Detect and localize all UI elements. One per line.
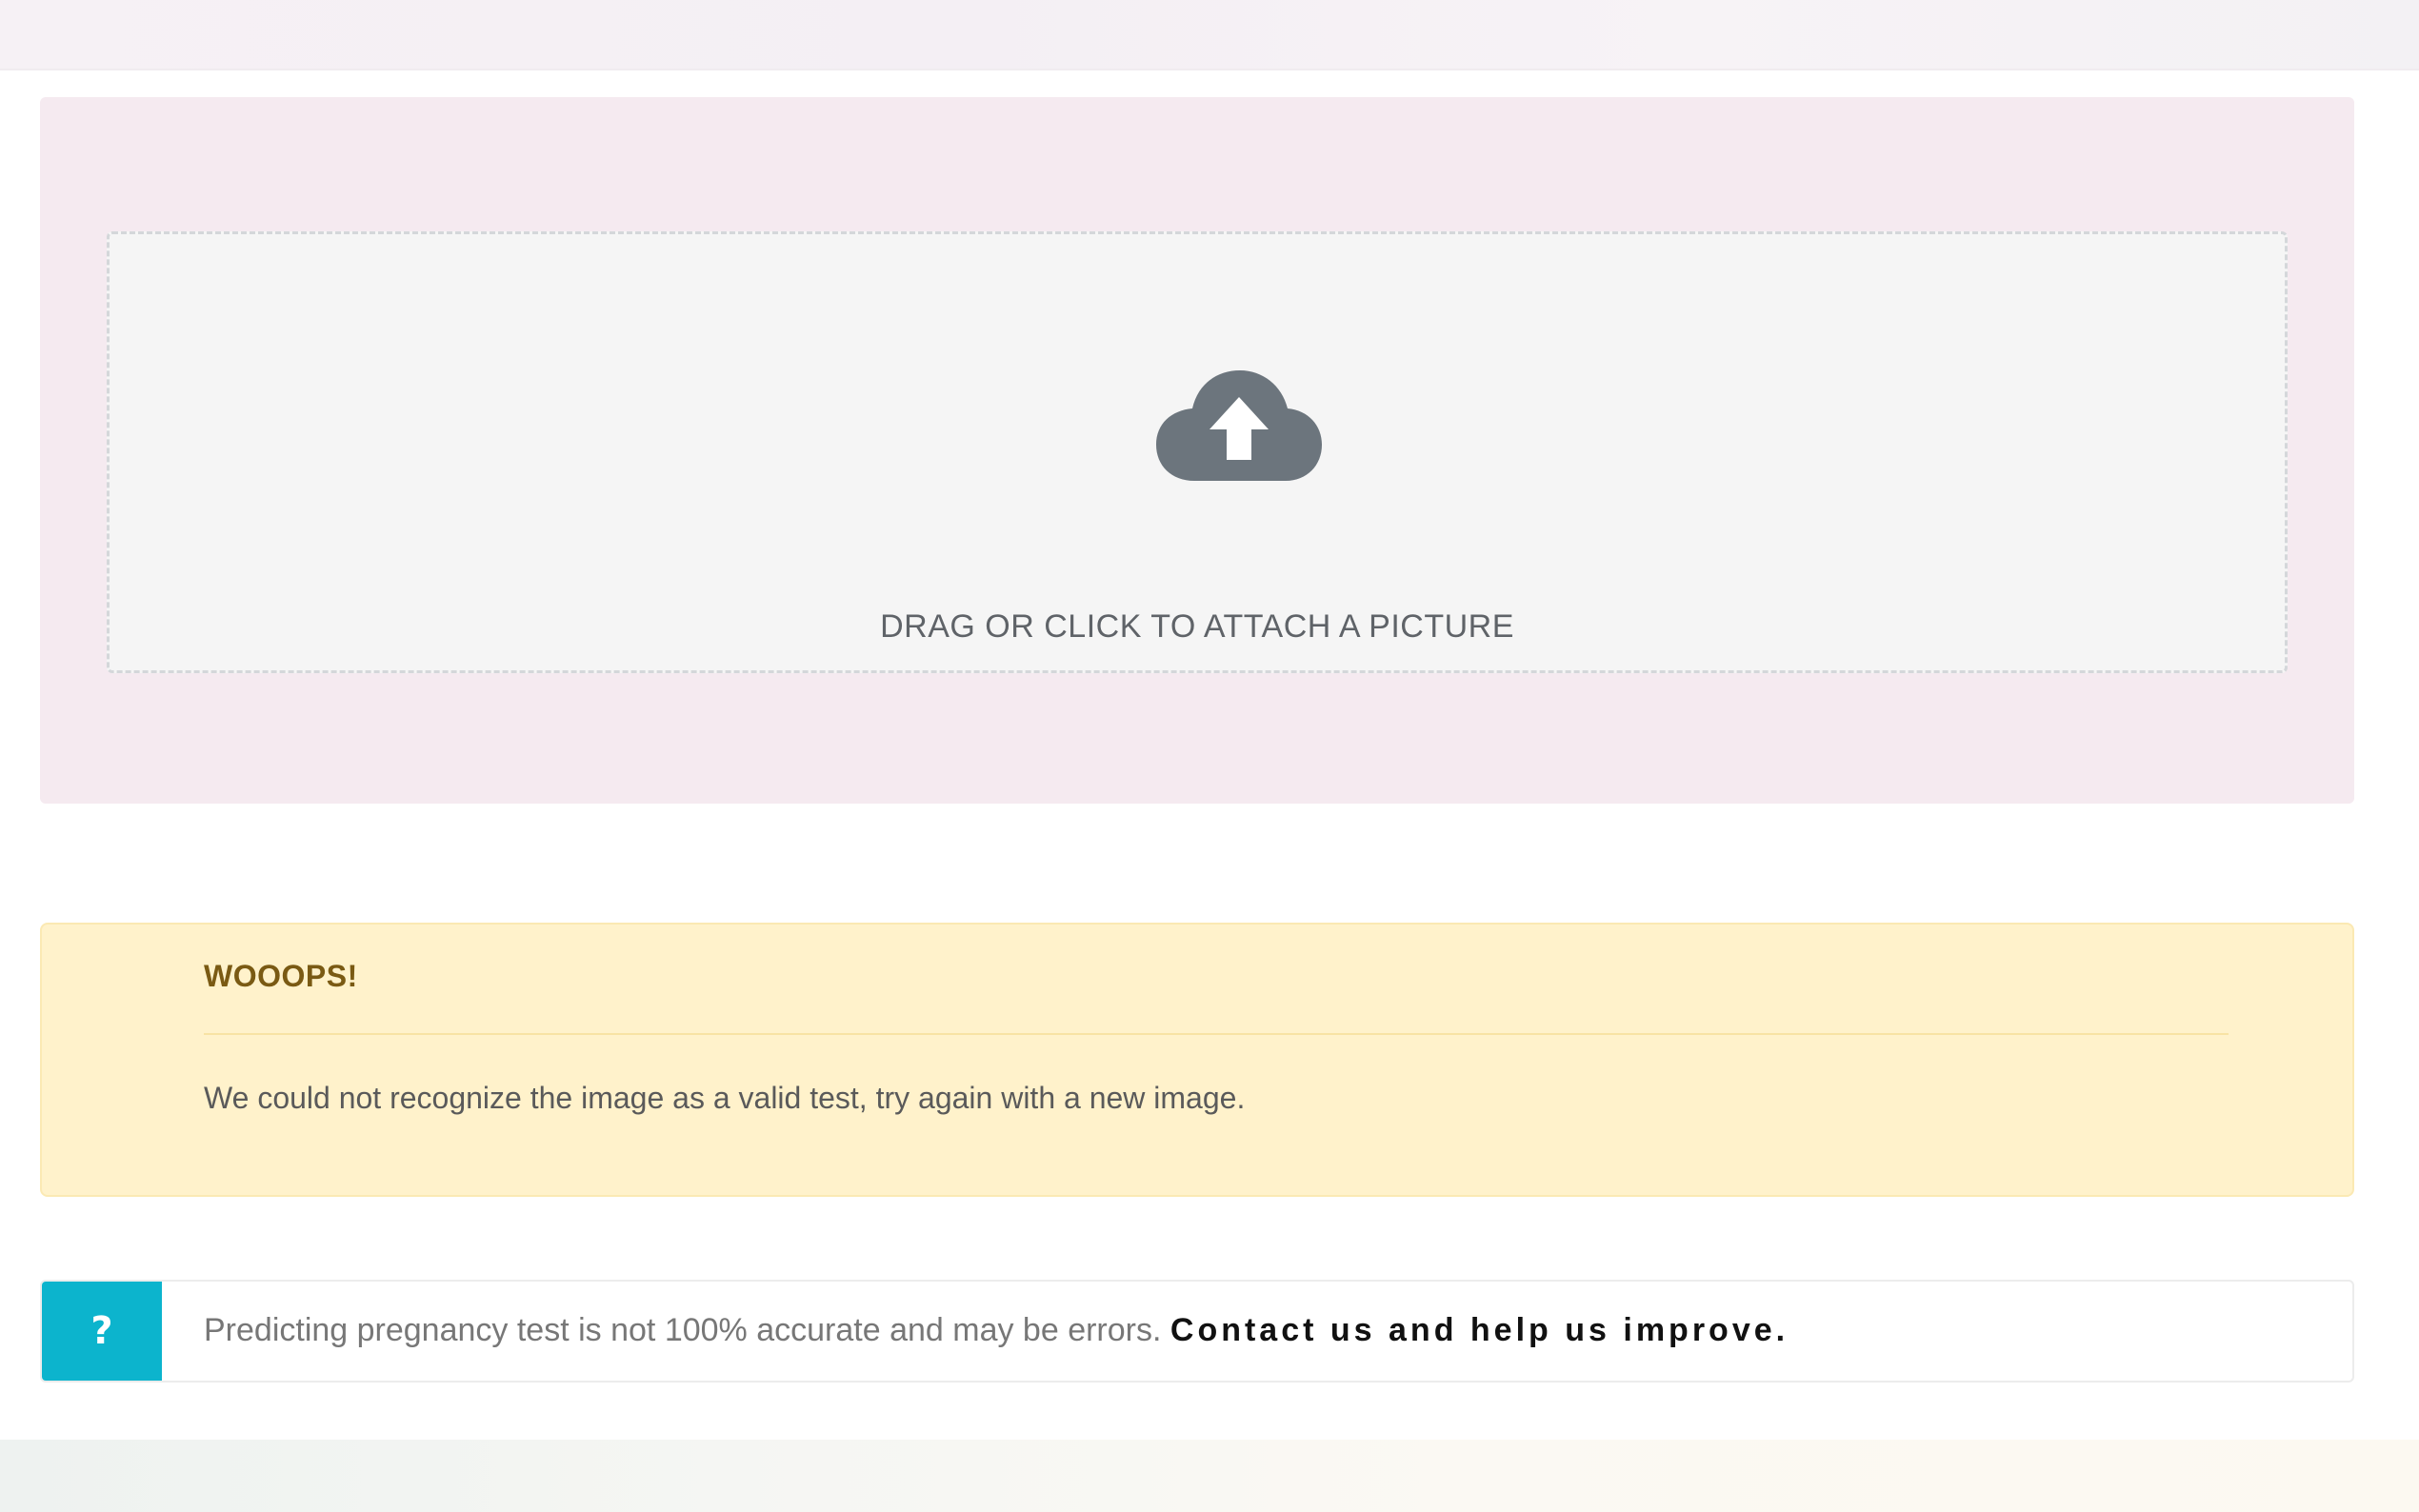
cloud-upload-icon xyxy=(1156,370,1322,481)
notice-text-container: Predicting pregnancy test is not 100% ac… xyxy=(204,1312,1789,1349)
error-alert: WOOOPS! We could not recognize the image… xyxy=(40,923,2354,1197)
upload-panel: DRAG OR CLICK TO ATTACH A PICTURE xyxy=(40,97,2354,804)
alert-message: We could not recognize the image as a va… xyxy=(204,1081,1246,1115)
alert-title: WOOOPS! xyxy=(204,959,358,993)
footer-band xyxy=(0,1440,2419,1512)
question-icon: ? xyxy=(42,1282,162,1381)
alert-divider xyxy=(204,1033,2229,1035)
dropzone-label: DRAG OR CLICK TO ATTACH A PICTURE xyxy=(880,608,1514,645)
notice-text: Predicting pregnancy test is not 100% ac… xyxy=(204,1312,1162,1348)
contact-us-link[interactable]: Contact us and help us improve. xyxy=(1170,1312,1789,1348)
accuracy-notice: ? Predicting pregnancy test is not 100% … xyxy=(40,1280,2354,1383)
image-dropzone[interactable]: DRAG OR CLICK TO ATTACH A PICTURE xyxy=(107,231,2288,673)
top-header-band xyxy=(0,0,2419,70)
